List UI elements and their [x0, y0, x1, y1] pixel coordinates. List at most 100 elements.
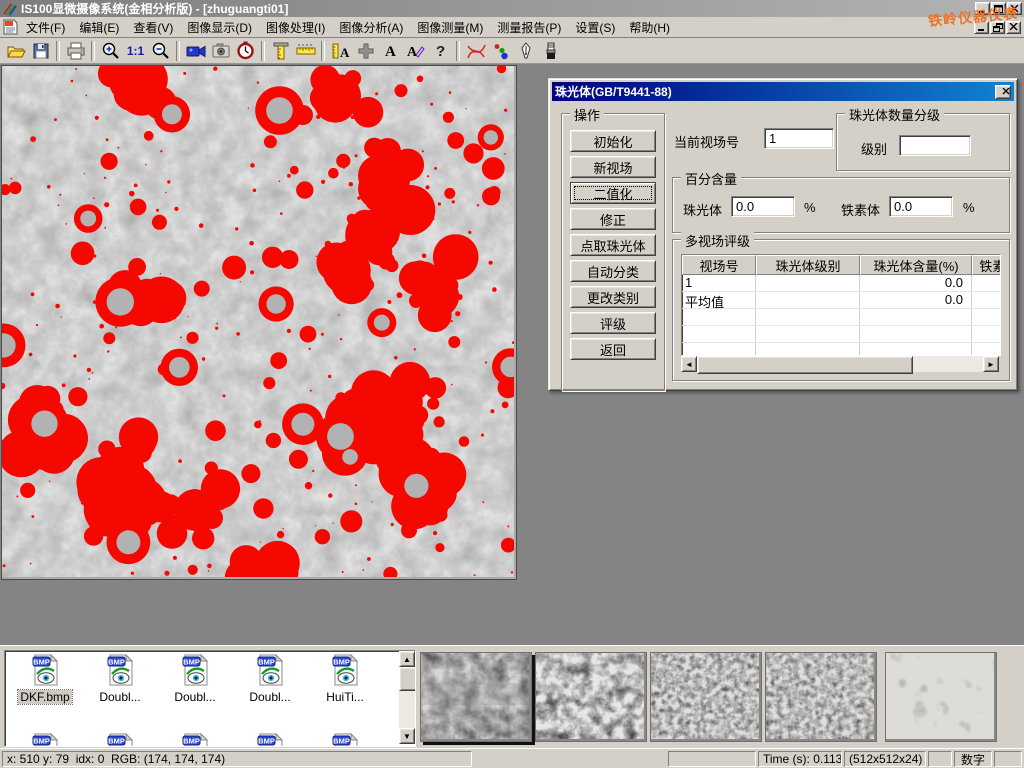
menu-item-5[interactable]: 图像处理(I): [259, 17, 332, 38]
video-capture-button[interactable]: [183, 39, 208, 62]
table-row[interactable]: 10.0: [682, 275, 1000, 292]
file-name: Doubl...: [97, 690, 142, 704]
svg-text:BMP: BMP: [108, 737, 125, 746]
toolbar-separator: [176, 41, 180, 61]
table-cell: 平均值: [682, 292, 756, 308]
measure-label-button[interactable]: A: [328, 39, 353, 62]
font-button[interactable]: A: [378, 39, 403, 62]
dialog-title-bar[interactable]: 珠光体(GB/T9441-88): [552, 82, 1014, 101]
file-item[interactable]: BMPDoubl...: [159, 654, 231, 707]
thumbnail-5[interactable]: [885, 652, 997, 742]
op-button-7[interactable]: 更改类别: [570, 286, 656, 308]
table-horizontal-scrollbar[interactable]: ◄ ►: [681, 356, 999, 372]
zoom-in-icon: [101, 41, 120, 60]
menu-item-10[interactable]: 帮助(H): [622, 17, 677, 38]
file-item[interactable]: BMP: [309, 733, 381, 747]
bmp-file-icon: BMP: [254, 654, 286, 686]
menu-item-1[interactable]: 文件(F): [19, 17, 72, 38]
table-cell: 1: [682, 275, 756, 291]
file-item[interactable]: BMPDoubl...: [234, 654, 306, 707]
menu-item-8[interactable]: 测量报告(P): [490, 17, 568, 38]
op-button-9[interactable]: 返回: [570, 338, 656, 360]
table-row[interactable]: [682, 326, 1000, 343]
op-button-4[interactable]: 修正: [570, 208, 656, 230]
thumbnail-3[interactable]: [650, 652, 762, 742]
open-button[interactable]: [3, 39, 28, 62]
menu-item-9[interactable]: 设置(S): [568, 17, 622, 38]
annotate-button[interactable]: A: [403, 39, 428, 62]
scroll-right-button[interactable]: ►: [983, 356, 999, 372]
svg-text:A: A: [385, 44, 396, 59]
brush-button[interactable]: [538, 39, 563, 62]
zoom-in-button[interactable]: [98, 39, 123, 62]
file-item[interactable]: BMPDKF.bmp: [9, 654, 81, 707]
menu-item-4[interactable]: 图像显示(D): [180, 17, 259, 38]
table-cell: [860, 343, 972, 356]
op-button-2[interactable]: 新视场: [570, 156, 656, 178]
op-button-3[interactable]: 二值化: [570, 182, 656, 204]
scrollbar-thumb[interactable]: [697, 356, 913, 374]
ferrite-percent-input[interactable]: 0.0: [889, 196, 953, 217]
table-column-header: 视场号: [682, 255, 756, 275]
curve-tool-button[interactable]: [463, 39, 488, 62]
table-row[interactable]: [682, 309, 1000, 326]
bmp-file-icon: BMP: [329, 733, 361, 747]
menu-item-7[interactable]: 图像测量(M): [410, 17, 490, 38]
level-input[interactable]: [899, 135, 971, 156]
file-item[interactable]: BMPDoubl...: [84, 654, 156, 707]
scrollbar-thumb[interactable]: [399, 667, 416, 691]
current-field-input[interactable]: 1: [764, 128, 834, 149]
grid-move-button[interactable]: [353, 39, 378, 62]
ruler-button[interactable]: [293, 39, 318, 62]
actual-size-button[interactable]: 1:1: [123, 39, 148, 62]
pearlite-percent-input[interactable]: 0.0: [731, 196, 795, 217]
status-cell-empty: [994, 751, 1022, 767]
pen-button[interactable]: [513, 39, 538, 62]
op-button-8[interactable]: 评级: [570, 312, 656, 334]
camera-icon: [211, 42, 231, 59]
op-button-6[interactable]: 自动分类: [570, 260, 656, 282]
zoom-out-button[interactable]: [148, 39, 173, 62]
file-item[interactable]: BMP: [84, 733, 156, 747]
thumbnail-4[interactable]: [765, 652, 877, 742]
file-list-scrollbar[interactable]: ▲ ▼: [399, 651, 415, 744]
file-item[interactable]: BMP: [9, 733, 81, 747]
percent-group-label: 百分含量: [681, 169, 741, 188]
caliper-button[interactable]: [268, 39, 293, 62]
thumbnail-1[interactable]: [420, 652, 532, 742]
thumbnail-2[interactable]: [535, 652, 647, 742]
file-item[interactable]: BMPHuiTi...: [309, 654, 381, 707]
camera-button[interactable]: [208, 39, 233, 62]
scroll-up-button[interactable]: ▲: [399, 651, 415, 667]
toolbar-separator: [321, 41, 325, 61]
brush-icon: [544, 42, 558, 60]
table-row[interactable]: 平均值0.0: [682, 292, 1000, 309]
table-cell: [756, 309, 860, 325]
table-cell: 0.0: [860, 275, 972, 291]
dialog-close-button[interactable]: [995, 85, 1011, 99]
svg-text:BMP: BMP: [333, 658, 350, 667]
micrograph-image[interactable]: [1, 65, 517, 580]
menu-item-2[interactable]: 编辑(E): [72, 17, 126, 38]
scroll-left-button[interactable]: ◄: [681, 356, 697, 372]
document-icon[interactable]: [2, 19, 19, 35]
scroll-down-button[interactable]: ▼: [399, 728, 415, 744]
save-button[interactable]: [28, 39, 53, 62]
op-button-1[interactable]: 初始化: [570, 130, 656, 152]
title-bar: IS100显微摄像系统(金相分析版) - [zhuguangti01]: [0, 0, 1024, 17]
mode-status: 数字: [954, 751, 992, 767]
op-button-5[interactable]: 点取珠光体: [570, 234, 656, 256]
table-row[interactable]: [682, 343, 1000, 356]
help-button[interactable]: ?: [428, 39, 453, 62]
table-column-header: 珠光体含量(%): [860, 255, 972, 275]
phase-dots-button[interactable]: [488, 39, 513, 62]
menu-item-6[interactable]: 图像分析(A): [332, 17, 410, 38]
table-column-header: 铁素体含量(%): [972, 255, 1001, 275]
ferrite-label: 铁素体: [841, 200, 880, 219]
print-button[interactable]: [63, 39, 88, 62]
menu-item-3[interactable]: 查看(V): [126, 17, 180, 38]
timer-button[interactable]: [233, 39, 258, 62]
file-item[interactable]: BMP: [159, 733, 231, 747]
file-item[interactable]: BMP: [234, 733, 306, 747]
scrollbar-track[interactable]: [913, 356, 983, 372]
